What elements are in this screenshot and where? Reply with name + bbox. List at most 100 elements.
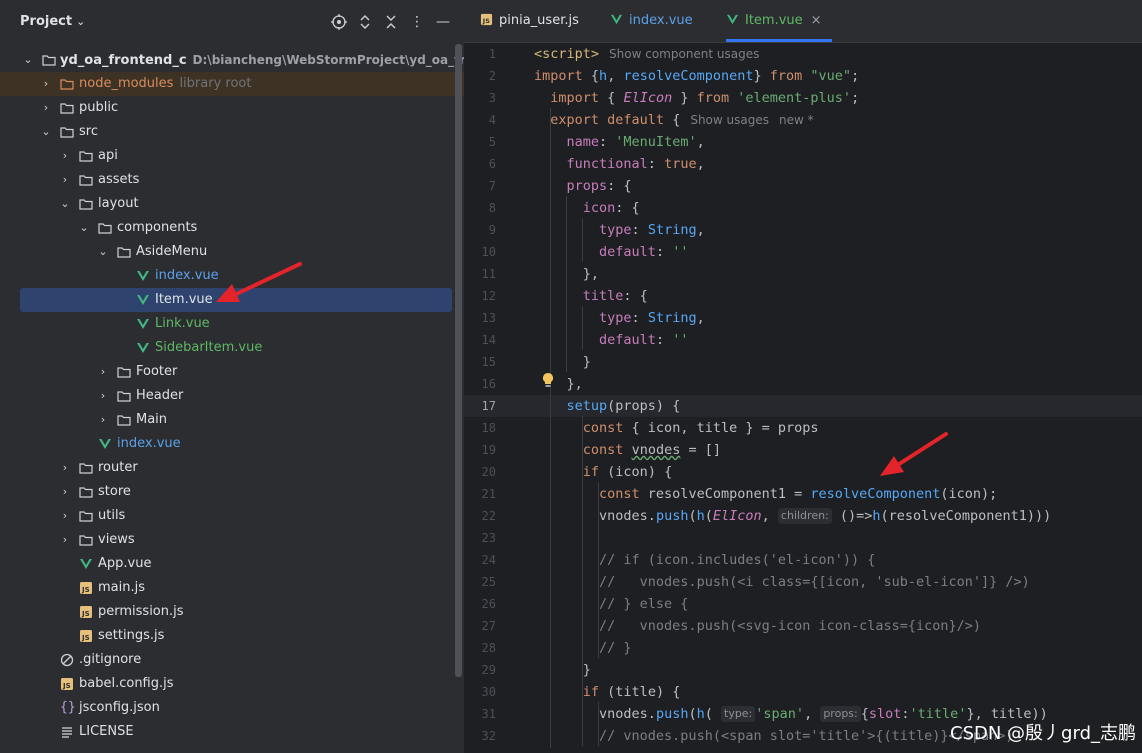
code-lens-author[interactable]: new * [779,113,814,127]
tree-item-layout-index-vue[interactable]: index.vue [0,432,456,456]
tab-index-vue[interactable]: index.vue [610,0,693,42]
tree-item-components[interactable]: ⌄ components [0,216,456,240]
parameter-hint: children: [777,508,832,524]
code-line: type: String, [599,222,705,238]
chevron-down-icon[interactable]: ⌄ [78,216,90,240]
tab-pinia-user-js[interactable]: JS pinia_user.js [480,0,579,42]
tree-item-gitignore[interactable]: .gitignore [0,648,456,672]
chevron-down-icon[interactable]: ⌄ [97,240,109,264]
line-number: 21 [481,487,496,501]
code-line: vnodes.push(h(ElIcon, children: ()=>h(re… [599,508,1052,524]
chevron-down-icon[interactable]: ⌄ [40,120,52,144]
line-number: 24 [481,553,496,567]
tree-item-assets[interactable]: › assets [0,168,456,192]
hide-panel-icon[interactable]: — [433,11,453,33]
tree-item-label: layout [98,196,139,211]
tree-item-label: jsconfig.json [79,700,160,715]
chevron-right-icon[interactable]: › [59,504,71,528]
chevron-right-icon[interactable]: › [59,144,71,168]
close-tab-icon[interactable]: × [811,13,822,28]
tree-item-main[interactable]: › Main [0,408,456,432]
tree-item-label: assets [98,172,140,187]
tree-item-header[interactable]: › Header [0,384,456,408]
chevron-right-icon[interactable]: › [40,96,52,120]
chevron-down-icon: ⌄ [76,15,86,28]
watermark: CSDN @殷丿grd_志鹏 [950,723,1136,744]
tree-item-settings-js[interactable]: JS settings.js [0,624,456,648]
tree-item-public[interactable]: › public [0,96,456,120]
chevron-down-icon[interactable]: ⌄ [59,192,71,216]
line-number: 32 [481,729,496,743]
folder-icon [79,199,93,210]
code-line: // vnodes.push(<i class={[icon, 'sub-el-… [599,574,1030,590]
tab-item-vue[interactable]: Item.vue × [726,0,832,42]
line-number: 2 [488,69,496,83]
tree-item-label: views [98,532,135,547]
project-panel-header: Project ⌄ ⋮ — [0,0,464,44]
tree-item-node-modules[interactable]: › node_modules library root [0,72,464,96]
line-number: 30 [481,685,496,699]
project-panel: Project ⌄ ⋮ — ⌄ yd_oa_frontend_c D:\bianch… [0,0,526,753]
text-file-icon [62,727,72,738]
project-view-selector[interactable]: Project ⌄ [20,14,85,29]
tree-item-license[interactable]: LICENSE [0,720,456,744]
code-line: import { ElIcon } from 'element-plus'; [550,90,860,106]
chevron-right-icon[interactable]: › [59,528,71,552]
parameter-hint: props: [820,706,861,722]
line-number: 18 [481,421,496,435]
tree-item-jsconfig-json[interactable]: {} jsconfig.json [0,696,456,720]
chevron-right-icon[interactable]: › [97,360,109,384]
folder-icon [79,175,93,186]
tree-item-permission-js[interactable]: JS permission.js [0,600,456,624]
tree-item-label: App.vue [98,556,152,571]
collapse-all-icon[interactable] [381,11,401,33]
tree-item-api[interactable]: › api [0,144,456,168]
more-options-icon[interactable]: ⋮ [407,11,427,33]
expand-all-icon[interactable] [355,11,375,33]
tree-item-label: .gitignore [79,652,142,667]
tree-item-src[interactable]: ⌄ src [0,120,456,144]
chevron-right-icon[interactable]: › [97,384,109,408]
locate-file-icon[interactable] [329,11,349,33]
code-lens[interactable]: Show component usages [609,47,759,61]
tree-item-babel-config-js[interactable]: JS babel.config.js [0,672,456,696]
code-line: if (title) { [582,684,681,700]
tree-item-app-vue[interactable]: App.vue [0,552,456,576]
vue-file-icon [80,559,92,569]
code-line: title: { [582,288,648,304]
code-line: } [534,354,591,370]
line-number: 1 [488,47,496,61]
tree-item-router[interactable]: › router [0,456,456,480]
js-file-icon: JS [480,13,493,25]
code-line: default: '' [599,244,689,260]
chevron-right-icon[interactable]: › [59,480,71,504]
tree-item-label: utils [98,508,126,523]
tree-item-label: babel.config.js [79,676,174,691]
tree-item-footer[interactable]: › Footer [0,360,456,384]
folder-icon [79,535,93,546]
tree-item-label: Main [136,412,168,427]
tree-item-sidebaritem-vue[interactable]: SidebarItem.vue [0,336,456,360]
tree-item-layout[interactable]: ⌄ layout [0,192,456,216]
tree-item-views[interactable]: › views [0,528,456,552]
vue-file-icon [137,271,149,281]
tree-item-store[interactable]: › store [0,480,456,504]
annotation-arrow [216,262,302,302]
chevron-down-icon[interactable]: ⌄ [22,48,34,72]
folder-icon [42,55,56,66]
line-number: 8 [488,201,496,215]
chevron-right-icon[interactable]: › [40,72,52,96]
code-lens[interactable]: Show usages [690,113,769,127]
chevron-right-icon[interactable]: › [59,456,71,480]
tree-item-label: node_modules [79,76,174,91]
tree-item-link-vue[interactable]: Link.vue [0,312,456,336]
tree-item-root[interactable]: ⌄ yd_oa_frontend_c D:\biancheng\WebStormP… [0,48,526,72]
chevron-right-icon[interactable]: › [97,408,109,432]
project-scrollbar[interactable] [455,44,462,677]
chevron-right-icon[interactable]: › [59,168,71,192]
tree-item-main-js[interactable]: JS main.js [0,576,456,600]
svg-text:JS: JS [81,586,90,594]
json-file-icon: {} [60,700,76,715]
tree-item-label: index.vue [117,436,181,451]
tree-item-utils[interactable]: › utils [0,504,456,528]
